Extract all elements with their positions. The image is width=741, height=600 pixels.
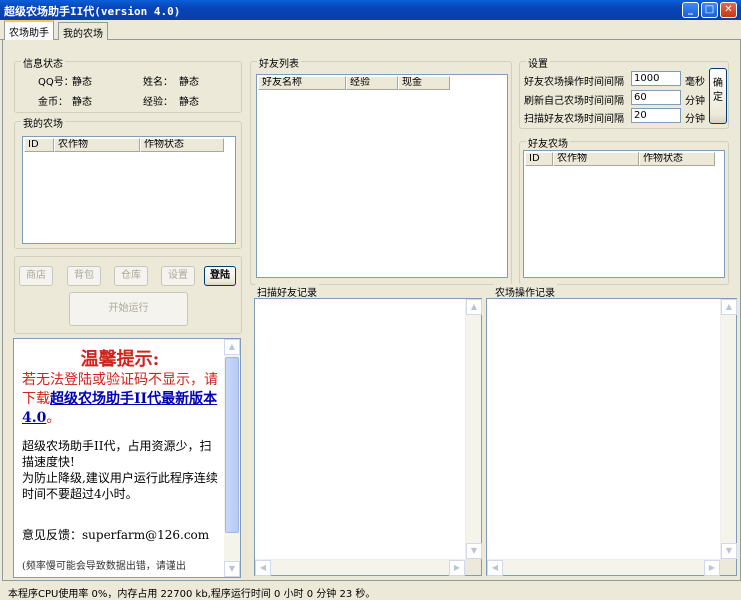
exp-value: 静态 <box>179 97 199 108</box>
my-farm-group-label: 我的农场 <box>21 115 65 130</box>
scroll-left-button[interactable]: ◀ <box>487 560 503 576</box>
scan-log-hscroll[interactable]: ◀ ▶ <box>255 559 465 576</box>
column-header-exp[interactable]: 经验 <box>346 76 398 90</box>
scan-interval-input[interactable] <box>631 108 681 123</box>
refresh-interval-input[interactable] <box>631 90 681 105</box>
my-farm-list[interactable]: ID 农作物 作物状态 <box>22 136 236 244</box>
column-header-cash[interactable]: 现金 <box>398 76 450 90</box>
name-label: 姓名： <box>143 77 173 88</box>
notice-warning: 若无法登陆或验证码不显示，请下载超级农场助手II代最新版本4.0。 <box>22 371 218 428</box>
friends-group-label: 好友列表 <box>257 55 301 70</box>
scan-log-label: 扫描好友记录 <box>255 284 319 299</box>
friend-op-interval-label: 好友农场操作时间间隔 <box>524 77 624 88</box>
notice-body-1: 超级农场助手II代，占用资源少，扫描速度快! <box>22 439 212 469</box>
column-header-crop-status[interactable]: 作物状态 <box>140 138 224 152</box>
warehouse-button[interactable]: 仓库 <box>114 266 148 286</box>
close-icon: ✕ <box>724 4 733 15</box>
scan-interval-unit: 分钟 <box>685 114 705 125</box>
maximize-icon: □ <box>704 4 715 15</box>
column-header-id[interactable]: ID <box>24 138 54 152</box>
gold-value: 静态 <box>72 97 92 108</box>
name-value: 静态 <box>179 77 199 88</box>
friends-list-header: 好友名称 经验 现金 <box>258 76 506 90</box>
ops-log-hscroll[interactable]: ◀ ▶ <box>487 559 720 576</box>
scrollbar-corner <box>465 559 481 575</box>
settings-button[interactable]: 设置 <box>161 266 195 286</box>
notice-more: (频率慢可能会导致数据出错，请谨出 <box>22 561 186 572</box>
chevron-down-icon: ▼ <box>470 546 478 555</box>
title-bar: 超级农场助手II代(version 4.0) _ □ ✕ <box>0 0 741 20</box>
start-button[interactable]: 开始运行 <box>69 292 188 326</box>
qq-value: 静态 <box>72 77 92 88</box>
friend-farm-list[interactable]: ID 农作物 作物状态 <box>523 150 725 278</box>
info-group-label: 信息状态 <box>21 55 65 70</box>
column-header-crop[interactable]: 农作物 <box>54 138 140 152</box>
scroll-right-button[interactable]: ▶ <box>704 560 720 576</box>
settings-group-label: 设置 <box>526 55 550 70</box>
minimize-button[interactable]: _ <box>682 2 699 18</box>
shop-button[interactable]: 商店 <box>19 266 53 286</box>
gold-label: 金币： <box>38 97 68 108</box>
column-header-crop[interactable]: 农作物 <box>553 152 639 166</box>
friend-op-interval-input[interactable] <box>631 71 681 86</box>
confirm-settings-button[interactable]: 确定 <box>709 68 727 124</box>
scroll-down-button[interactable]: ▼ <box>466 543 482 559</box>
tab-my-farm[interactable]: 我的农场 <box>58 22 108 40</box>
scroll-down-button[interactable]: ▼ <box>721 543 737 559</box>
exp-label: 经验： <box>143 97 173 108</box>
chevron-up-icon: ▲ <box>228 342 236 351</box>
close-button[interactable]: ✕ <box>720 2 737 18</box>
ops-log-label: 农场操作记录 <box>493 284 557 299</box>
tab-strip <box>0 20 741 40</box>
refresh-interval-label: 刷新自己农场时间间隔 <box>524 96 624 107</box>
column-header-id[interactable]: ID <box>525 152 553 166</box>
notice-scrollbar[interactable]: ▲ ▼ <box>224 339 240 577</box>
status-bar: 本程序CPU使用率 0%，内存占用 22700 kb,程序运行时间 0 小时 0… <box>8 589 376 600</box>
chevron-right-icon: ▶ <box>708 563 716 572</box>
notice-body-2: 为防止降级,建议用户运行此程序连续时间不要超过4小时。 <box>22 471 218 501</box>
scrollbar-corner <box>720 559 736 575</box>
chevron-left-icon: ◀ <box>491 563 499 572</box>
chevron-up-icon: ▲ <box>725 302 733 311</box>
chevron-down-icon: ▼ <box>228 564 236 573</box>
scan-log-vscroll[interactable]: ▲ ▼ <box>465 299 482 559</box>
scroll-right-button[interactable]: ▶ <box>449 560 465 576</box>
chevron-right-icon: ▶ <box>453 563 461 572</box>
chevron-left-icon: ◀ <box>259 563 267 572</box>
maximize-button[interactable]: □ <box>701 2 718 18</box>
scan-log-textarea[interactable]: ▲ ▼ ◀ ▶ <box>254 298 482 576</box>
notice-warning-tail: 。 <box>46 410 61 426</box>
friend-op-interval-unit: 毫秒 <box>685 77 705 88</box>
bag-button[interactable]: 背包 <box>67 266 101 286</box>
chevron-down-icon: ▼ <box>725 546 733 555</box>
scroll-up-button[interactable]: ▲ <box>224 339 240 355</box>
notice-feedback: 意见反馈：superfarm@126.com <box>22 528 210 542</box>
ops-log-textarea[interactable]: ▲ ▼ ◀ ▶ <box>486 298 737 576</box>
scroll-thumb[interactable] <box>225 357 239 533</box>
minimize-icon: _ <box>688 4 693 15</box>
friend-farm-list-header: ID 农作物 作物状态 <box>525 152 723 166</box>
notice-content: 温馨提示: 若无法登陆或验证码不显示，请下载超级农场助手II代最新版本4.0。 … <box>22 345 218 572</box>
column-header-crop-status[interactable]: 作物状态 <box>639 152 715 166</box>
tab-farm-assistant[interactable]: 农场助手 <box>4 20 54 41</box>
scroll-left-button[interactable]: ◀ <box>255 560 271 576</box>
scroll-up-button[interactable]: ▲ <box>721 299 737 315</box>
window-title: 超级农场助手II代(version 4.0) <box>4 5 181 18</box>
friends-list[interactable]: 好友名称 经验 现金 <box>256 74 508 278</box>
login-button[interactable]: 登陆 <box>204 266 236 286</box>
column-header-friend-name[interactable]: 好友名称 <box>258 76 346 90</box>
my-farm-list-header: ID 农作物 作物状态 <box>24 138 234 152</box>
scan-interval-label: 扫描好友农场时间间隔 <box>524 114 624 125</box>
scroll-down-button[interactable]: ▼ <box>224 561 240 577</box>
notice-box[interactable]: 温馨提示: 若无法登陆或验证码不显示，请下载超级农场助手II代最新版本4.0。 … <box>13 338 241 578</box>
chevron-up-icon: ▲ <box>470 302 478 311</box>
qq-label: QQ号： <box>38 77 74 88</box>
ops-log-vscroll[interactable]: ▲ ▼ <box>720 299 737 559</box>
notice-title: 温馨提示: <box>80 349 160 370</box>
scroll-up-button[interactable]: ▲ <box>466 299 482 315</box>
refresh-interval-unit: 分钟 <box>685 96 705 107</box>
friend-farm-group-label: 好友农场 <box>526 135 570 150</box>
